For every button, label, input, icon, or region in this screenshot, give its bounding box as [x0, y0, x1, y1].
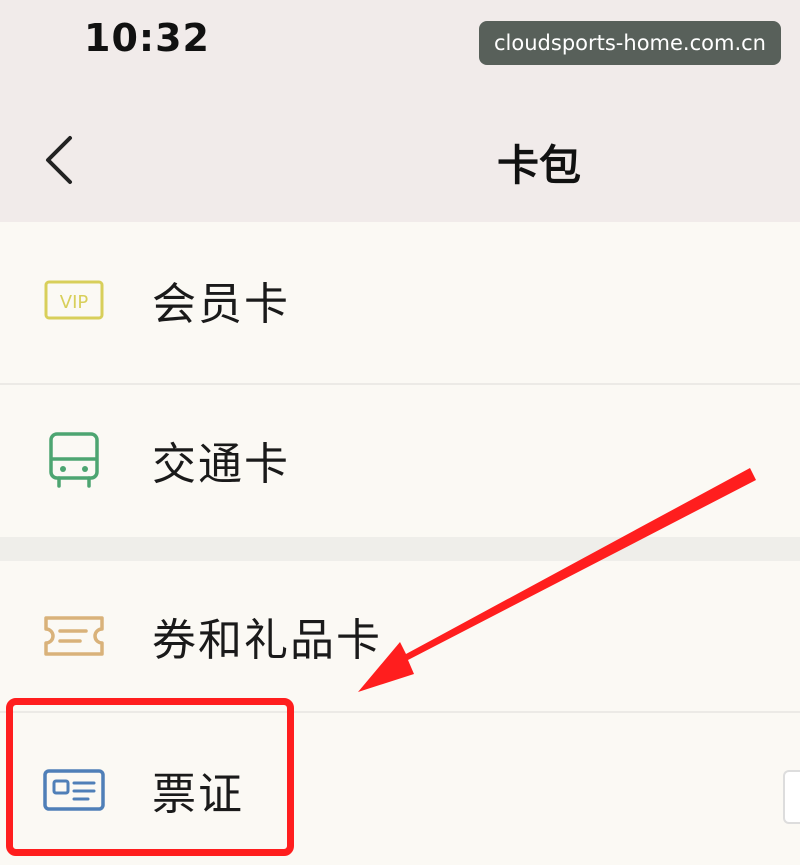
id-card-icon: [36, 760, 112, 820]
list-item-label: 会员卡: [152, 279, 290, 330]
list-item-label: 券和礼品卡: [152, 615, 382, 666]
page-title: 卡包: [496, 141, 581, 190]
partial-item-edge: [783, 770, 800, 824]
vip-icon: VIP: [36, 270, 112, 330]
list-item-tickets-ids[interactable]: 票证: [0, 715, 800, 865]
status-bar-time: 10:32: [84, 16, 210, 60]
divider: [0, 711, 800, 713]
bus-icon: [36, 430, 112, 490]
list-item-label: 票证: [152, 769, 244, 820]
watermark: cloudsports-home.com.cn: [479, 21, 781, 65]
ticket-icon: [36, 606, 112, 666]
vip-badge-text: VIP: [60, 292, 89, 313]
list-item-transit-card[interactable]: 交通卡: [0, 385, 800, 535]
list-item-coupons-gift-cards[interactable]: 券和礼品卡: [0, 561, 800, 711]
list-item-membership-card[interactable]: VIP 会员卡: [0, 225, 800, 375]
section-separator: [0, 537, 800, 561]
list-item-label: 交通卡: [152, 439, 290, 490]
